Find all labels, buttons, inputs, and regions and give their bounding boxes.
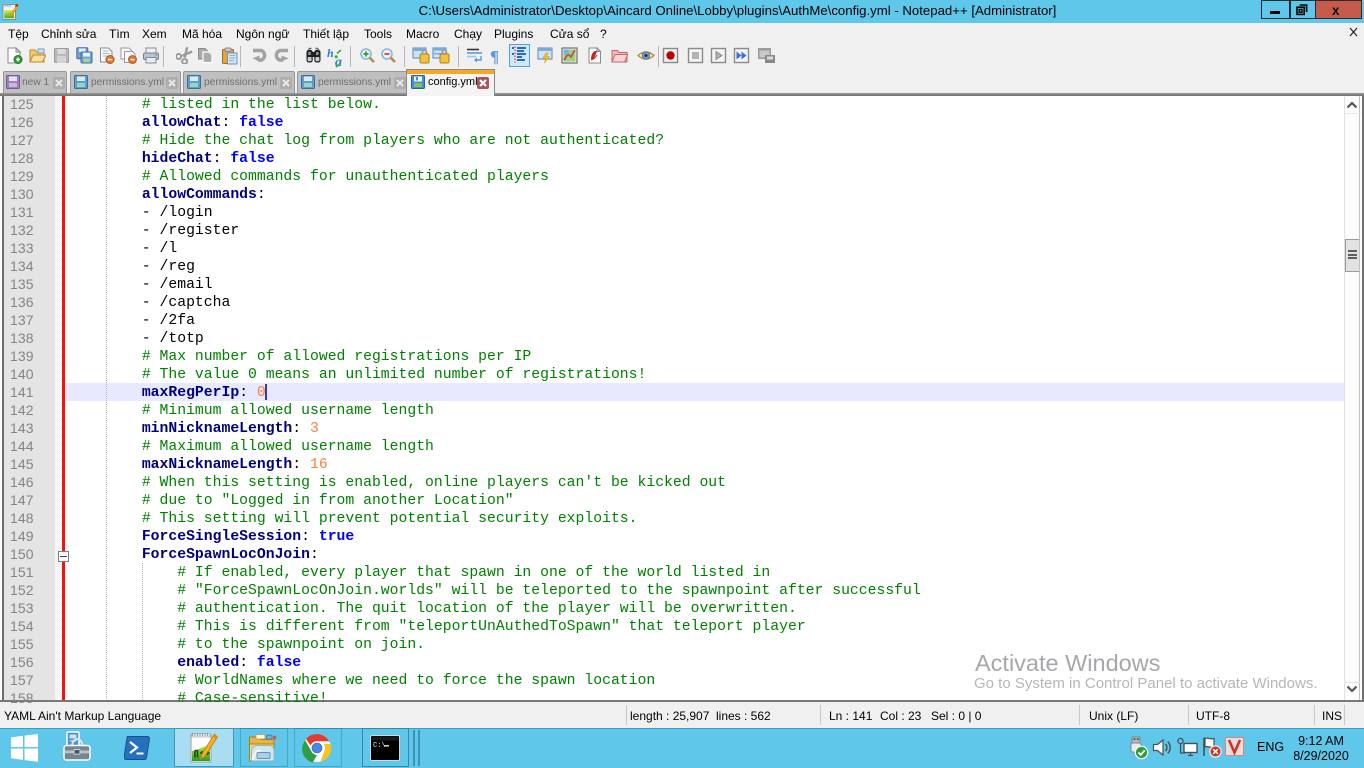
svg-text:C:\: C:\ <box>373 742 386 750</box>
svg-text:h: h <box>327 47 334 60</box>
svg-text:¶: ¶ <box>490 47 499 66</box>
